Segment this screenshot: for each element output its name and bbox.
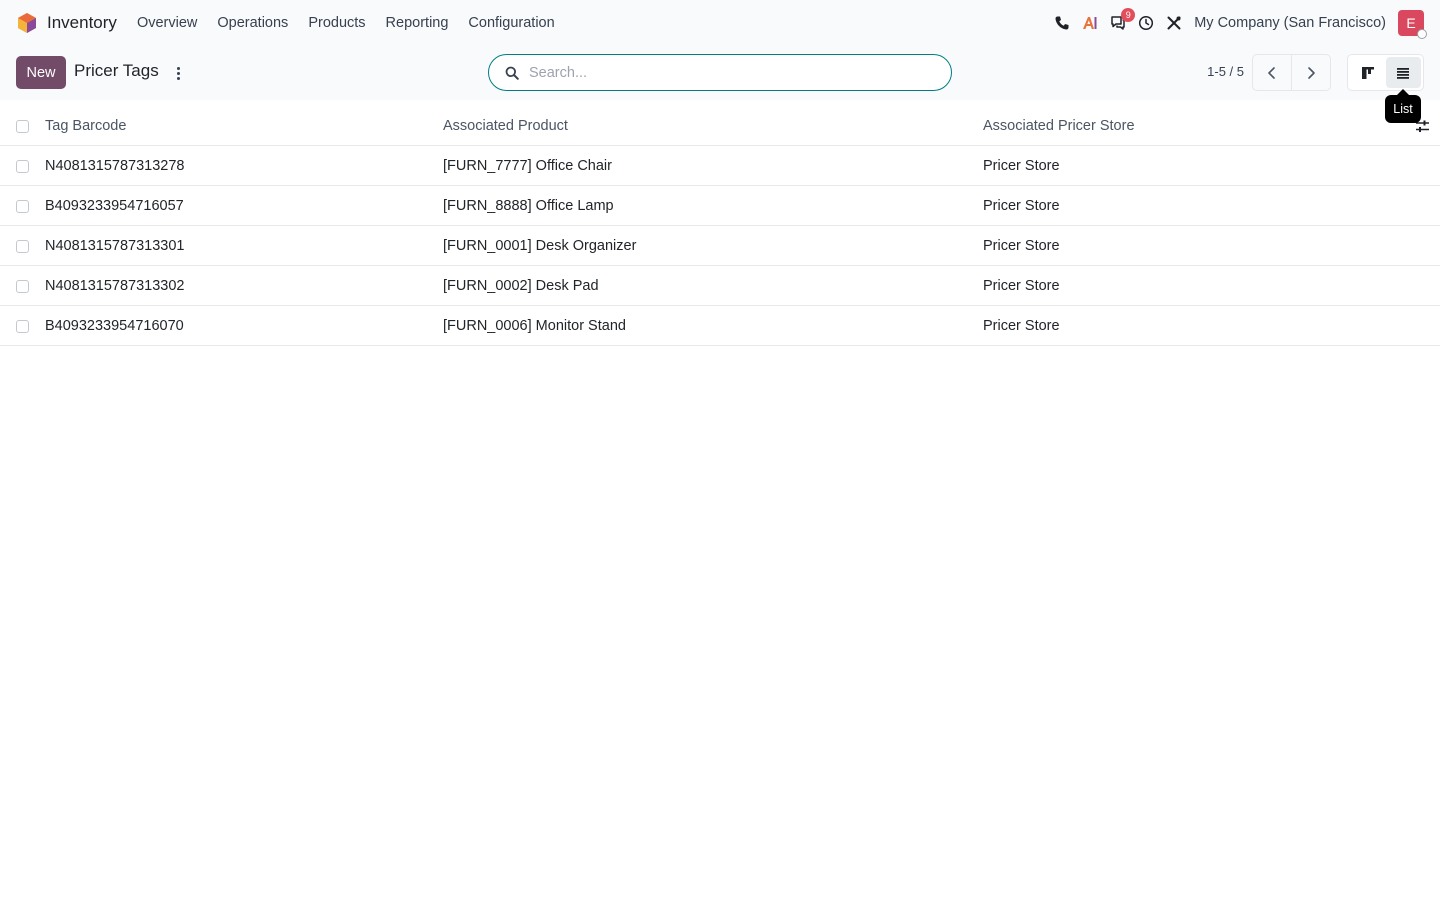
header-associated-product[interactable]: Associated Product <box>443 106 568 146</box>
pager-value[interactable]: 1-5 / 5 <box>1180 64 1244 79</box>
search-icon <box>505 66 519 80</box>
main-menu: Overview Operations Products Reporting C… <box>127 0 565 46</box>
menu-item-reporting[interactable]: Reporting <box>376 0 459 46</box>
list-icon <box>1397 67 1410 79</box>
search-bar[interactable] <box>488 54 952 91</box>
associated-store-cell: Pricer Store <box>983 158 1060 174</box>
menu-item-overview[interactable]: Overview <box>127 0 207 46</box>
view-tooltip: List <box>1385 89 1421 123</box>
messages-icon[interactable]: 9 <box>1104 0 1136 46</box>
chevron-right-icon <box>1308 66 1315 79</box>
app-brand[interactable]: Inventory <box>16 0 117 46</box>
tag-barcode-cell: B4093233954716070 <box>45 318 184 334</box>
associated-store-cell: Pricer Store <box>983 198 1060 214</box>
menu-item-products[interactable]: Products <box>298 0 375 46</box>
avatar-initial: E <box>1406 15 1416 31</box>
pricer-tags-table: Tag Barcode Associated Product Associate… <box>0 106 1440 346</box>
app-name: Inventory <box>47 13 117 32</box>
row-checkbox[interactable] <box>16 200 29 213</box>
page-title: Pricer Tags <box>74 61 159 80</box>
list-view-button[interactable] <box>1385 57 1421 88</box>
company-switcher[interactable]: My Company (San Francisco) <box>1194 15 1386 31</box>
table-row[interactable]: B4093233954716057 [FURN_8888] Office Lam… <box>0 186 1440 226</box>
pager-previous-button[interactable] <box>1253 55 1291 90</box>
tag-barcode-cell: N4081315787313302 <box>45 278 185 294</box>
kanban-icon <box>1361 66 1374 79</box>
associated-product-cell: [FURN_8888] Office Lamp <box>443 198 614 214</box>
chevron-left-icon <box>1268 66 1275 79</box>
pager-next-button[interactable] <box>1291 55 1330 90</box>
associated-store-cell: Pricer Store <box>983 318 1060 334</box>
associated-product-cell: [FURN_0002] Desk Pad <box>443 278 599 294</box>
kanban-view-button[interactable] <box>1350 57 1386 88</box>
table-row[interactable]: B4093233954716070 [FURN_0006] Monitor St… <box>0 306 1440 346</box>
associated-product-cell: [FURN_0006] Monitor Stand <box>443 318 626 334</box>
user-avatar[interactable]: E <box>1398 10 1427 39</box>
search-input[interactable] <box>529 64 929 81</box>
select-all-checkbox[interactable] <box>16 120 29 133</box>
row-checkbox[interactable] <box>16 280 29 293</box>
row-checkbox[interactable] <box>16 160 29 173</box>
control-panel: New Pricer Tags 1-5 / 5 <box>0 46 1440 100</box>
row-checkbox[interactable] <box>16 320 29 333</box>
tag-barcode-cell: N4081315787313301 <box>45 238 185 254</box>
phone-icon[interactable] <box>1048 0 1076 46</box>
row-checkbox[interactable] <box>16 240 29 253</box>
new-button[interactable]: New <box>16 56 66 89</box>
table-row[interactable]: N4081315787313301 [FURN_0001] Desk Organ… <box>0 226 1440 266</box>
debug-tools-icon[interactable] <box>1160 0 1188 46</box>
header-tag-barcode[interactable]: Tag Barcode <box>45 106 126 146</box>
associated-product-cell: [FURN_7777] Office Chair <box>443 158 612 174</box>
associated-store-cell: Pricer Store <box>983 278 1060 294</box>
menu-item-configuration[interactable]: Configuration <box>458 0 564 46</box>
view-switcher <box>1347 54 1424 91</box>
ai-assistant-icon[interactable] <box>1076 0 1104 46</box>
systray: 9 My Company (San Francisco) E <box>1048 0 1440 46</box>
activity-clock-icon[interactable] <box>1132 0 1160 46</box>
menu-item-operations[interactable]: Operations <box>207 0 298 46</box>
associated-store-cell: Pricer Store <box>983 238 1060 254</box>
table-row[interactable]: N4081315787313302 [FURN_0002] Desk Pad P… <box>0 266 1440 306</box>
header-associated-pricer-store[interactable]: Associated Pricer Store <box>983 106 1135 146</box>
associated-product-cell: [FURN_0001] Desk Organizer <box>443 238 637 254</box>
table-row[interactable]: N4081315787313278 [FURN_7777] Office Cha… <box>0 146 1440 186</box>
tag-barcode-cell: B4093233954716057 <box>45 198 184 214</box>
pager-buttons <box>1252 54 1331 91</box>
inventory-app-icon <box>18 13 36 33</box>
actions-kebab-icon[interactable] <box>170 63 186 83</box>
table-header-row: Tag Barcode Associated Product Associate… <box>0 106 1440 146</box>
top-navbar: Inventory Overview Operations Products R… <box>0 0 1440 46</box>
tag-barcode-cell: N4081315787313278 <box>45 158 185 174</box>
presence-status-icon <box>1417 29 1427 39</box>
